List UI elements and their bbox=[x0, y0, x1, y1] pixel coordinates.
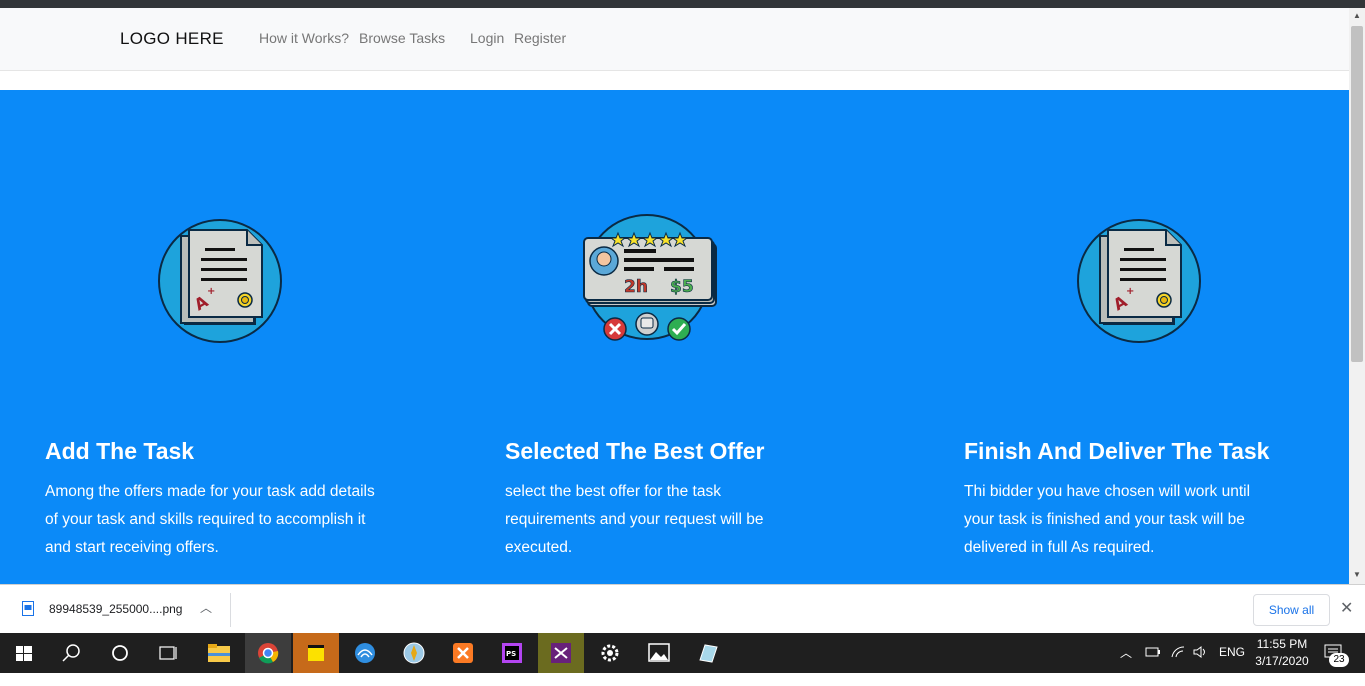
notification-count-badge: 23 bbox=[1329, 653, 1349, 667]
phpstorm-icon[interactable]: PS bbox=[489, 633, 535, 673]
scrollbar-thumb[interactable] bbox=[1351, 26, 1363, 362]
navbar-spacer bbox=[0, 71, 1349, 90]
svg-text:PS: PS bbox=[506, 650, 516, 658]
notebook-app-icon[interactable] bbox=[685, 633, 731, 673]
task-view-icon[interactable] bbox=[145, 633, 191, 673]
download-bar: 89948539_255000....png ︿ Show all ✕ bbox=[0, 584, 1365, 634]
visual-studio-icon[interactable] bbox=[538, 633, 584, 673]
volume-icon[interactable] bbox=[1192, 645, 1208, 685]
download-divider bbox=[230, 593, 231, 627]
nav-browse-tasks[interactable]: Browse Tasks bbox=[359, 30, 445, 46]
step-1-text: Among the offers made for your task add … bbox=[45, 483, 375, 556]
svg-text:+: + bbox=[207, 286, 215, 297]
clock[interactable]: 11:55 PM 3/17/2020 bbox=[1254, 636, 1310, 670]
chrome-icon[interactable] bbox=[245, 633, 291, 673]
navbar: LOGO HERE How it Works? Browse Tasks Log… bbox=[0, 8, 1349, 71]
nav-login[interactable]: Login bbox=[470, 30, 504, 46]
certificate-icon: A + bbox=[157, 218, 283, 349]
card-time: 2h bbox=[624, 277, 648, 297]
offer-card-icon: 2h $5 bbox=[582, 212, 722, 349]
xampp-icon[interactable] bbox=[440, 633, 486, 673]
nav-how-it-works[interactable]: How it Works? bbox=[259, 30, 349, 46]
step-3-text: Thi bidder you have chosen will work unt… bbox=[964, 483, 1251, 556]
site-logo[interactable]: LOGO HERE bbox=[120, 29, 224, 49]
step-1-title: Add The Task bbox=[45, 438, 195, 464]
certificate-icon: A + bbox=[1076, 218, 1202, 349]
wifi-icon[interactable] bbox=[1170, 645, 1186, 685]
battery-icon[interactable] bbox=[1145, 646, 1161, 686]
compass-app-icon[interactable] bbox=[391, 633, 437, 673]
nav-register[interactable]: Register bbox=[514, 30, 566, 46]
chevron-up-icon[interactable]: ︿ bbox=[200, 599, 212, 616]
cortana-icon[interactable] bbox=[97, 633, 143, 673]
network-app-icon[interactable] bbox=[342, 633, 388, 673]
search-icon[interactable] bbox=[48, 633, 94, 673]
browser-top-strip bbox=[0, 0, 1365, 8]
card-price: $5 bbox=[670, 277, 694, 297]
image-file-icon bbox=[22, 601, 34, 616]
step-2-text: select the best offer for the task requi… bbox=[505, 483, 764, 556]
settings-gear-icon[interactable] bbox=[587, 633, 633, 673]
clock-time: 11:55 PM bbox=[1256, 637, 1308, 651]
show-all-button[interactable]: Show all bbox=[1253, 594, 1330, 626]
language-indicator[interactable]: ENG bbox=[1219, 645, 1245, 685]
photos-icon[interactable] bbox=[636, 633, 682, 673]
close-icon[interactable]: ✕ bbox=[1340, 598, 1353, 618]
windows-taskbar: PS ︿ ENG 11:55 PM 3/17/2020 23 bbox=[0, 633, 1365, 673]
windows-logo-icon bbox=[16, 646, 32, 661]
start-button[interactable] bbox=[0, 633, 46, 673]
file-explorer-icon[interactable] bbox=[196, 633, 242, 673]
scroll-up-arrow-icon[interactable]: ▲ bbox=[1351, 10, 1363, 22]
svg-text:+: + bbox=[1126, 286, 1134, 297]
show-hidden-icons-chevron-icon[interactable]: ︿ bbox=[1120, 644, 1132, 684]
step-3-title: Finish And Deliver The Task bbox=[964, 438, 1270, 464]
sticky-notes-icon[interactable] bbox=[293, 633, 339, 673]
clock-date: 3/17/2020 bbox=[1255, 654, 1309, 668]
download-filename[interactable]: 89948539_255000....png bbox=[49, 602, 182, 616]
step-2-title: Selected The Best Offer bbox=[505, 438, 765, 464]
scroll-down-arrow-icon[interactable]: ▼ bbox=[1351, 569, 1363, 581]
